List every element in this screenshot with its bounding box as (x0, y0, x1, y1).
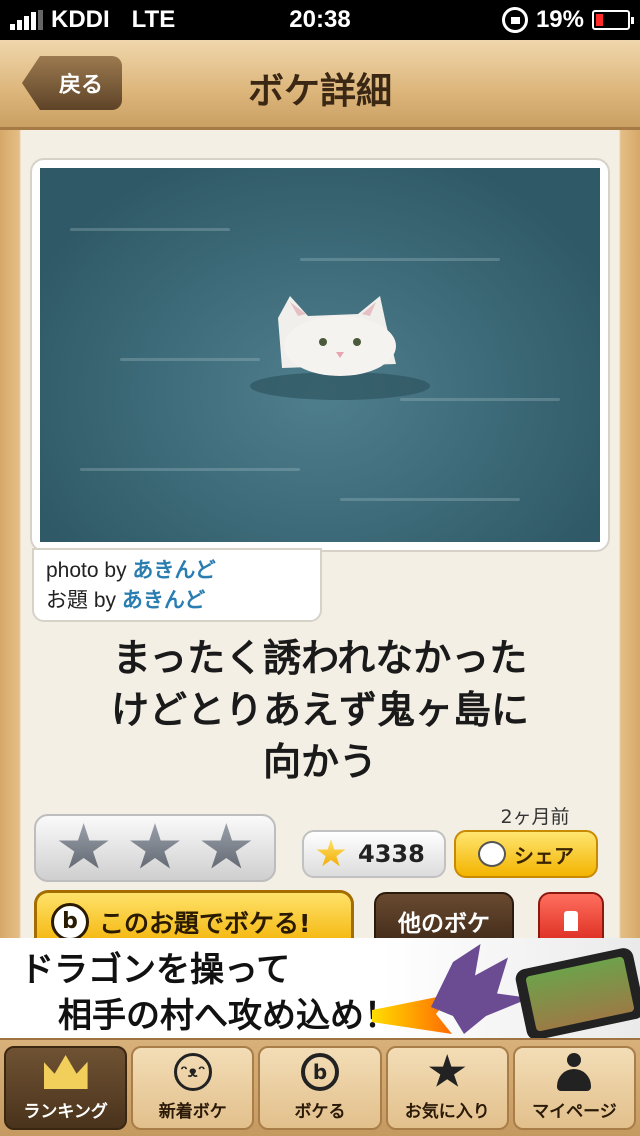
star-rating-control (34, 814, 276, 882)
star-count-badge: 4338 (302, 830, 446, 878)
cat-image (250, 296, 430, 400)
star-count: 4338 (358, 840, 425, 868)
alert-light-icon (564, 911, 578, 931)
boke-caption: まったく誘われなかった けどとりあえず鬼ヶ島に 向かう (50, 632, 590, 788)
tab-label: ボケる (294, 1102, 346, 1122)
tab-label: 新着ボケ (158, 1102, 227, 1122)
photo-author-link[interactable]: あきんど (132, 559, 215, 582)
tab-label: お気に入り (404, 1102, 490, 1122)
star-icon (425, 1053, 469, 1091)
boke-b-icon: b (51, 902, 89, 941)
phone-graphic (513, 946, 640, 1038)
navigation-bar: 戻る ボケ詳細 (0, 40, 640, 130)
photo-credit-prefix: photo by (46, 559, 133, 582)
theme-credit-prefix: お題 by (46, 589, 122, 612)
theme-author-link[interactable]: あきんど (122, 589, 205, 612)
theme-credit-row: お題 by あきんど (46, 586, 308, 616)
face-icon: ᵔᴥᵔ (171, 1053, 215, 1091)
page-title: ボケ詳細 (247, 71, 392, 112)
battery-icon (592, 10, 634, 30)
status-right-group: 19% (501, 6, 634, 34)
tab-favorites[interactable]: お気に入り (385, 1046, 509, 1130)
person-icon (552, 1053, 596, 1091)
crown-icon (43, 1053, 88, 1091)
post-time-ago: 2ヶ月前 (500, 806, 570, 828)
boke-this-theme-label: このお題でボケる! (99, 908, 311, 938)
rate-star-2-icon[interactable] (130, 823, 180, 869)
post-photo[interactable] (40, 168, 600, 542)
tab-mypage[interactable]: マイページ (512, 1046, 637, 1130)
caption-line: 向かう (262, 740, 377, 784)
caption-line: けどとりあえず鬼ヶ島に (110, 688, 529, 732)
share-icon (478, 841, 506, 867)
gold-star-icon (316, 839, 346, 867)
ad-banner[interactable]: ドラゴンを操って 相手の村へ攻め込め！ (0, 938, 640, 1038)
tab-new-boke[interactable]: ᵔᴥᵔ 新着ボケ (131, 1046, 255, 1130)
tab-label: マイページ (532, 1102, 617, 1122)
ad-line-1: ドラゴンを操って (20, 950, 291, 990)
rate-star-1-icon[interactable] (58, 823, 109, 869)
tab-label: ランキング (23, 1102, 108, 1122)
other-boke-label: 他のボケ (398, 911, 490, 937)
tab-bar: ランキング ᵔᴥᵔ 新着ボケ b ボケる お気に入り マイページ (0, 1038, 640, 1136)
credits-box: photo by あきんど お題 by あきんど (32, 548, 322, 622)
photo-credit-row: photo by あきんど (46, 556, 308, 586)
tab-ranking[interactable]: ランキング (4, 1046, 128, 1130)
share-label: シェア (514, 843, 574, 868)
caption-line: まったく誘われなかった (112, 636, 528, 680)
rate-star-3-icon[interactable] (201, 823, 252, 869)
ad-line-2: 相手の村へ攻め込め！ (58, 996, 398, 1036)
battery-percent: 19% (535, 6, 584, 33)
status-bar: KDDI LTE 20:38 19% (0, 0, 640, 40)
boke-b-icon: b (298, 1053, 342, 1091)
tab-boke[interactable]: b ボケる (258, 1046, 382, 1130)
share-button[interactable]: シェア (454, 830, 598, 878)
rotation-lock-icon (501, 7, 528, 33)
